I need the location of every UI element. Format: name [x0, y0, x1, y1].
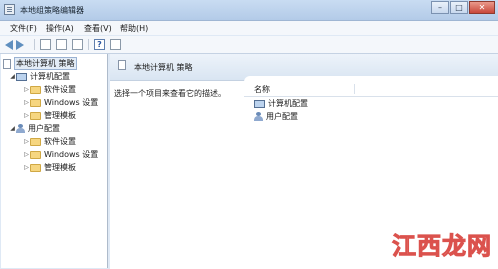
tree-item-label: Windows 设置 — [44, 150, 99, 159]
tree-computer-config[interactable]: ◢ 计算机配置 — [9, 71, 70, 82]
tree-user-config[interactable]: ◢ 用户配置 — [9, 123, 60, 134]
list-item-user-config[interactable]: 用户配置 — [254, 111, 298, 122]
watermark-logo: 江西龙网 — [392, 232, 492, 261]
folder-icon — [30, 137, 41, 146]
column-divider[interactable] — [354, 84, 355, 94]
tree-pane: 本地计算机 策略 ◢ 计算机配置 ▷ 软件设置 ▷ Windows 设置 ▷ 管… — [1, 54, 108, 268]
description-text: 选择一个项目来查看它的描述。 — [114, 89, 226, 98]
folder-icon — [30, 85, 41, 94]
column-header-label: 名称 — [254, 85, 270, 94]
user-icon — [254, 112, 263, 121]
show-hide-tree-icon[interactable] — [40, 39, 51, 50]
menu-view[interactable]: 查看(V) — [84, 23, 112, 34]
tree-item-label: 管理模板 — [44, 111, 76, 120]
export-list-icon[interactable] — [72, 39, 83, 50]
forward-arrow-icon[interactable] — [16, 40, 24, 50]
tree-user-label: 用户配置 — [28, 124, 60, 133]
folder-icon — [30, 150, 41, 159]
menu-file[interactable]: 文件(F) — [10, 23, 37, 34]
window-controls: – □ ✕ — [430, 1, 495, 14]
list-item-computer-config[interactable]: 计算机配置 — [254, 98, 308, 109]
tree-computer-label: 计算机配置 — [30, 72, 70, 81]
list-item-label: 用户配置 — [266, 112, 298, 121]
content-header-title: 本地计算机 策略 — [134, 63, 193, 72]
expand-triangle-icon[interactable]: ▷ — [23, 112, 30, 119]
expand-triangle-icon[interactable]: ▷ — [23, 164, 30, 171]
tree-root[interactable]: 本地计算机 策略 — [3, 57, 77, 70]
tree-computer-windows[interactable]: ▷ Windows 设置 — [23, 97, 98, 108]
tree-computer-software[interactable]: ▷ 软件设置 — [23, 84, 76, 95]
menu-help[interactable]: 帮助(H) — [120, 23, 148, 34]
toolbar-separator — [88, 39, 89, 50]
user-icon — [16, 124, 25, 133]
tree-item-label: 软件设置 — [44, 85, 76, 94]
folder-icon — [30, 111, 41, 120]
menu-action[interactable]: 操作(A) — [46, 23, 74, 34]
toolbar: ? — [0, 36, 498, 54]
back-arrow-icon[interactable] — [5, 40, 13, 50]
expand-triangle-icon[interactable]: ▷ — [23, 151, 30, 158]
menu-bar: 文件(F) 操作(A) 查看(V) 帮助(H) — [0, 21, 498, 35]
close-button[interactable]: ✕ — [469, 1, 495, 14]
tree-user-admin[interactable]: ▷ 管理模板 — [23, 162, 76, 173]
computer-icon — [254, 99, 265, 108]
minimize-button[interactable]: – — [431, 1, 449, 14]
tree-user-software[interactable]: ▷ 软件设置 — [23, 136, 76, 147]
column-header-name[interactable]: 名称 — [244, 82, 498, 97]
computer-icon — [16, 72, 27, 81]
console-icon[interactable] — [110, 39, 121, 50]
gpedit-app-icon — [4, 4, 15, 15]
maximize-button[interactable]: □ — [450, 1, 468, 14]
folder-icon — [30, 98, 41, 107]
title-bar: 本地组策略编辑器 – □ ✕ — [0, 0, 498, 21]
collapse-triangle-icon[interactable]: ◢ — [9, 125, 16, 132]
tree-item-label: 软件设置 — [44, 137, 76, 146]
window-title: 本地组策略编辑器 — [20, 6, 84, 15]
help-icon[interactable]: ? — [94, 39, 105, 50]
properties-icon[interactable] — [56, 39, 67, 50]
expand-triangle-icon[interactable]: ▷ — [23, 86, 30, 93]
expand-triangle-icon[interactable]: ▷ — [23, 99, 30, 106]
folder-icon — [30, 163, 41, 172]
expand-triangle-icon[interactable]: ▷ — [23, 138, 30, 145]
toolbar-separator — [34, 39, 35, 50]
tree-item-label: Windows 设置 — [44, 98, 99, 107]
tree-computer-admin[interactable]: ▷ 管理模板 — [23, 110, 76, 121]
policy-document-icon — [3, 58, 11, 69]
tree-item-label: 管理模板 — [44, 163, 76, 172]
list-item-label: 计算机配置 — [268, 99, 308, 108]
collapse-triangle-icon[interactable]: ◢ — [9, 73, 16, 80]
policy-document-icon — [118, 60, 126, 70]
tree-user-windows[interactable]: ▷ Windows 设置 — [23, 149, 98, 160]
tree-root-label: 本地计算机 策略 — [14, 57, 77, 70]
